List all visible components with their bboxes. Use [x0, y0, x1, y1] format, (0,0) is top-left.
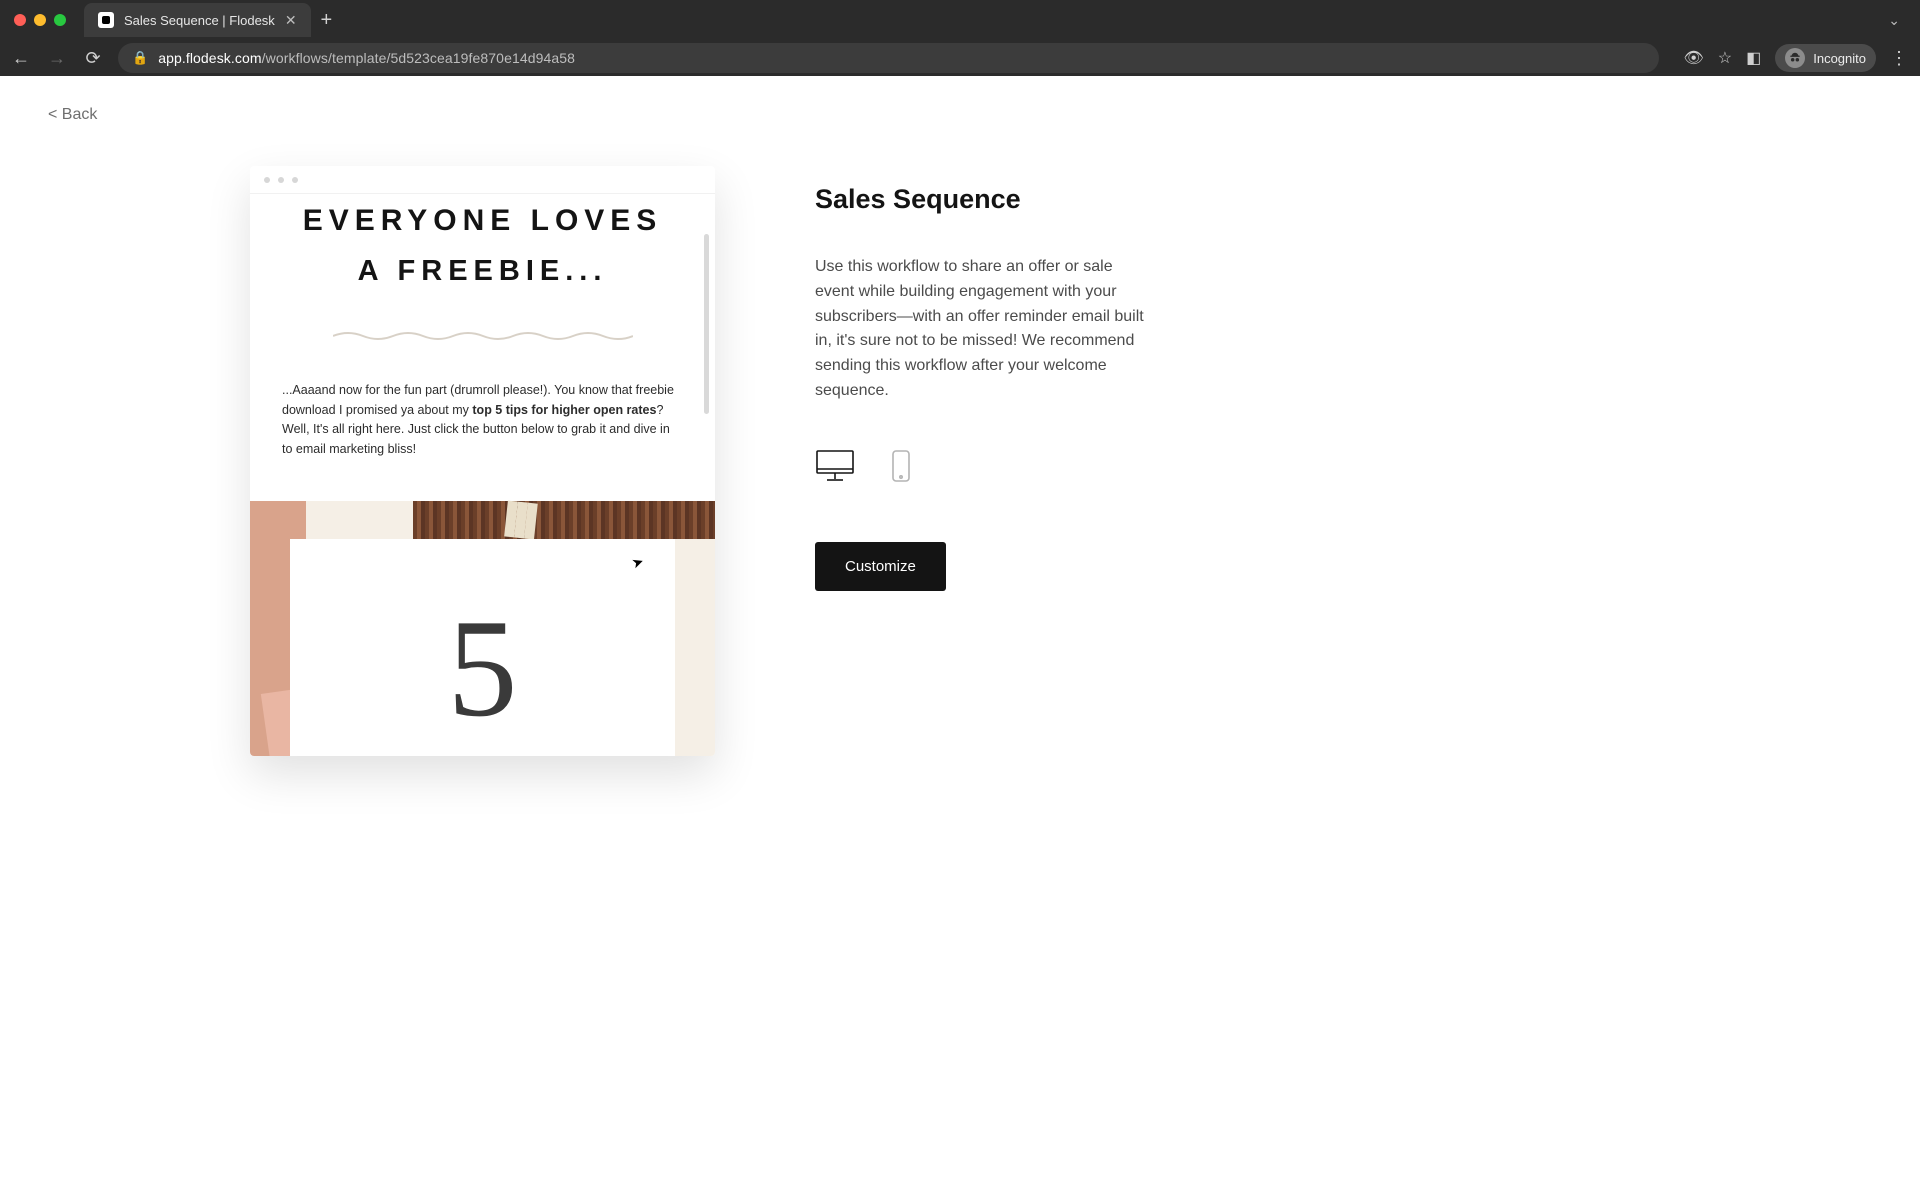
nav-forward-icon[interactable]: → [46, 49, 68, 67]
email-headline-line1: EVERYONE LOVES [280, 198, 685, 245]
tab-strip: Sales Sequence | Flodesk ✕ + ⌄ [0, 0, 1920, 40]
tab-close-icon[interactable]: ✕ [285, 13, 297, 27]
preview-dot-icon [278, 177, 284, 183]
hero-wood-texture [413, 501, 715, 539]
preview-window-titlebar [250, 166, 715, 194]
url-path: /workflows/template/5d523cea19fe870e14d9… [262, 50, 575, 66]
incognito-icon [1785, 48, 1805, 68]
email-para-bold: top 5 tips for higher open rates [472, 403, 656, 417]
star-icon[interactable]: ☆ [1718, 48, 1732, 68]
tab-favicon-icon [98, 12, 114, 28]
browser-tab[interactable]: Sales Sequence | Flodesk ✕ [84, 3, 311, 37]
email-hero-image: 5 [250, 501, 715, 756]
preview-dot-icon [292, 177, 298, 183]
preview-body[interactable]: EVERYONE LOVES A FREEBIE... ...Aaaand no… [250, 194, 715, 756]
hero-white-card: 5 [290, 539, 675, 756]
template-description: Use this workflow to share an offer or s… [815, 255, 1155, 404]
mobile-preview-button[interactable] [881, 448, 921, 484]
kebab-menu-icon[interactable]: ⋮ [1890, 48, 1910, 69]
nav-reload-icon[interactable]: ⟳ [82, 49, 104, 67]
email-headline: EVERYONE LOVES A FREEBIE... [250, 194, 715, 293]
tabs-overflow-icon[interactable]: ⌄ [1888, 12, 1900, 29]
email-paragraph: ...Aaaand now for the fun part (drumroll… [250, 341, 715, 459]
incognito-pill[interactable]: Incognito [1775, 44, 1876, 72]
email-headline-line2: A FREEBIE... [280, 249, 685, 294]
address-bar: ← → ⟳ 🔒 app.flodesk.com/workflows/templa… [0, 40, 1920, 76]
tab-title: Sales Sequence | Flodesk [124, 13, 275, 28]
email-preview-card: EVERYONE LOVES A FREEBIE... ...Aaaand no… [250, 166, 715, 756]
url-text: app.flodesk.com/workflows/template/5d523… [158, 50, 575, 66]
customize-button[interactable]: Customize [815, 542, 946, 591]
wavy-divider-icon [333, 329, 633, 341]
window-minimize-icon[interactable] [34, 14, 46, 26]
detail-panel: Sales Sequence Use this workflow to shar… [815, 166, 1155, 756]
device-toggle [815, 448, 1155, 484]
template-title: Sales Sequence [815, 184, 1155, 215]
page-viewport: < Back EVERYONE LOVES A FREEBIE... ... [0, 76, 1920, 1200]
desktop-preview-button[interactable] [815, 448, 855, 484]
side-panel-icon[interactable]: ◧ [1746, 48, 1761, 68]
lock-icon: 🔒 [132, 50, 148, 66]
eye-off-icon[interactable]: 👁 [1683, 48, 1703, 68]
preview-scrollbar[interactable] [704, 234, 709, 414]
window-close-icon[interactable] [14, 14, 26, 26]
back-link[interactable]: < Back [48, 106, 97, 124]
browser-chrome: Sales Sequence | Flodesk ✕ + ⌄ ← → ⟳ 🔒 a… [0, 0, 1920, 76]
content: EVERYONE LOVES A FREEBIE... ...Aaaand no… [0, 76, 1920, 756]
window-traffic-lights [14, 14, 66, 26]
preview-dot-icon [264, 177, 270, 183]
nav-back-icon[interactable]: ← [10, 49, 32, 67]
url-host: app.flodesk.com [158, 50, 261, 66]
window-zoom-icon[interactable] [54, 14, 66, 26]
hero-number: 5 [448, 599, 518, 739]
chrome-right-icons: 👁 ☆ ◧ Incognito ⋮ [1683, 44, 1910, 72]
incognito-label: Incognito [1813, 51, 1866, 66]
new-tab-button[interactable]: + [321, 10, 333, 30]
url-box[interactable]: 🔒 app.flodesk.com/workflows/template/5d5… [118, 43, 1659, 73]
